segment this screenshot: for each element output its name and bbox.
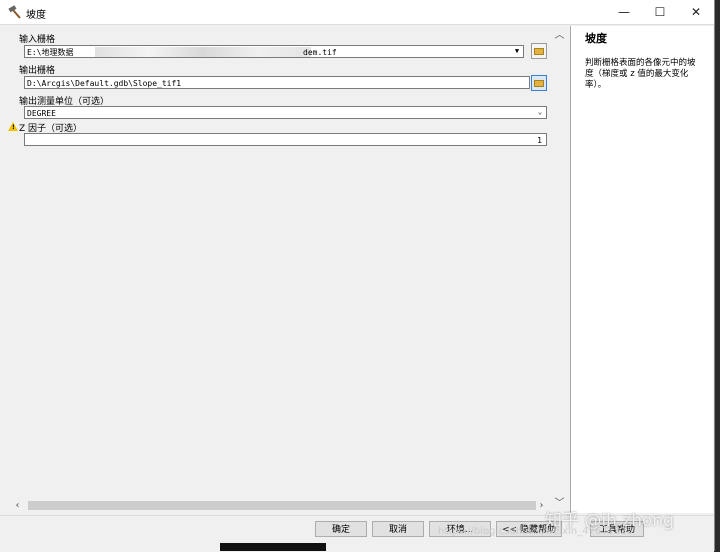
chevron-down-icon[interactable]: ▼ — [512, 46, 522, 57]
input-raster-suffix: dem.tif — [303, 48, 337, 57]
output-raster-browse-button[interactable] — [531, 75, 547, 91]
redacted-path — [95, 47, 311, 57]
parameters-pane: 输入栅格 E:\地理数据 dem.tif ▼ 输出栅格 D:\Arcgis\De… — [6, 26, 552, 513]
background-image-strip — [220, 543, 326, 551]
chevron-left-icon[interactable]: ‹ — [10, 498, 25, 513]
folder-icon — [534, 48, 544, 55]
folder-icon — [534, 80, 544, 87]
input-raster-field[interactable]: E:\地理数据 dem.tif ▼ — [24, 45, 524, 58]
input-raster-browse-button[interactable] — [531, 43, 547, 59]
ok-button[interactable]: 确定 — [315, 521, 367, 537]
slope-tool-dialog: 坡度 — ☐ ✕ 输入栅格 E:\地理数据 dem.tif ▼ 输出栅格 D:\… — [0, 0, 715, 552]
watermark-csdn: https://blog.csdn.net/weixin_47671325 — [438, 526, 634, 537]
output-raster-field[interactable]: D:\Arcgis\Default.gdb\Slope_tif1 — [24, 76, 530, 89]
measure-unit-value: DEGREE — [27, 109, 56, 118]
help-pane: 坡度 判断栅格表面的各像元中的坡度（梯度或 z 值的最大变化率）。 — [570, 26, 713, 513]
horizontal-scroll-thumb[interactable] — [28, 501, 536, 510]
measure-unit-select[interactable]: DEGREE ⌄ — [24, 106, 547, 119]
title-bar: 坡度 — ☐ ✕ — [0, 0, 714, 25]
cancel-button[interactable]: 取消 — [372, 521, 424, 537]
close-button[interactable]: ✕ — [678, 0, 714, 24]
input-raster-prefix: E:\地理数据 — [27, 48, 74, 57]
help-title: 坡度 — [585, 32, 607, 45]
chevron-down-icon: ⌄ — [537, 108, 543, 116]
input-raster-label: 输入栅格 — [19, 35, 56, 45]
window-title: 坡度 — [26, 10, 46, 21]
z-factor-field[interactable]: 1 — [24, 133, 547, 146]
maximize-button[interactable]: ☐ — [642, 0, 678, 24]
hammer-icon — [8, 5, 21, 19]
output-raster-label: 输出栅格 — [19, 66, 56, 76]
horizontal-scrollbar[interactable]: ‹ › — [6, 498, 552, 513]
minimize-button[interactable]: — — [606, 0, 642, 24]
vertical-scrollbar[interactable]: ︿ ﹀ — [552, 26, 567, 513]
warning-mark: ! — [12, 124, 15, 131]
help-description: 判断栅格表面的各像元中的坡度（梯度或 z 值的最大变化率）。 — [585, 58, 696, 90]
chevron-up-icon[interactable]: ︿ — [552, 28, 567, 43]
